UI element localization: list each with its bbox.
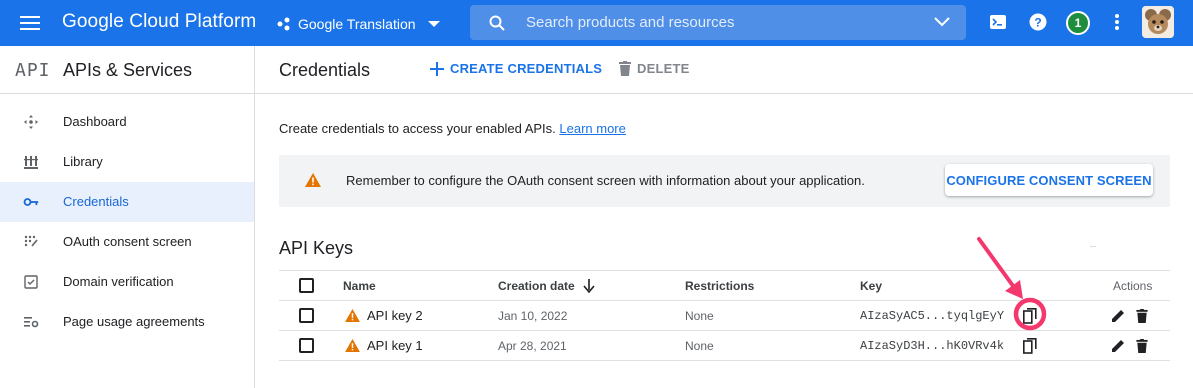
delete-trash-icon[interactable]: [1136, 331, 1148, 360]
row-checkbox[interactable]: [299, 338, 314, 353]
help-icon[interactable]: ?: [1029, 13, 1047, 31]
sidebar-item-oauth-consent[interactable]: OAuth consent screen: [0, 222, 254, 262]
create-credentials-label: CREATE CREDENTIALS: [450, 61, 603, 76]
restrictions-value: None: [685, 338, 714, 353]
trash-icon: [619, 61, 631, 76]
api-keys-heading: API Keys: [279, 238, 354, 258]
search-input[interactable]: [526, 5, 926, 40]
divider: [1090, 246, 1096, 247]
top-app-bar: Google Cloud Platform Google Translation…: [0, 0, 1193, 46]
oauth-icon: [23, 234, 39, 250]
sidebar-item-label: Credentials: [63, 194, 129, 209]
restrictions-value: None: [685, 308, 714, 323]
sidebar-item-label: Dashboard: [63, 114, 127, 129]
notifications-badge[interactable]: 1: [1066, 11, 1090, 35]
sidebar-item-library[interactable]: Library: [0, 142, 254, 182]
warning-icon: [345, 309, 360, 322]
column-header-restrictions[interactable]: Restrictions: [685, 271, 754, 300]
warning-icon: [305, 173, 321, 187]
api-key-name-link[interactable]: API key 2: [367, 301, 423, 330]
edit-pencil-icon[interactable]: [1111, 301, 1126, 330]
banner-message: Remember to configure the OAuth consent …: [346, 173, 865, 188]
oauth-warning-banner: Remember to configure the OAuth consent …: [279, 155, 1170, 207]
project-name: Google Translation: [298, 16, 416, 32]
select-all-checkbox[interactable]: [299, 278, 314, 293]
sidebar-item-label: Domain verification: [63, 274, 174, 289]
sidebar-item-domain-verification[interactable]: Domain verification: [0, 262, 254, 302]
column-header-label: Creation date: [498, 278, 575, 293]
main-content: Credentials CREATE CREDENTIALS DELETE Cr…: [255, 46, 1193, 388]
api-key-value: AIzaSyAC5...tyqlgEyY: [860, 308, 1005, 323]
search-expand-icon[interactable]: [934, 16, 950, 28]
search-bar[interactable]: [470, 5, 966, 40]
key-icon: [23, 194, 39, 210]
column-header-creation-date[interactable]: Creation date: [498, 271, 595, 300]
delete-label: DELETE: [637, 61, 690, 76]
table-header-row: Name Creation date Restrictions Key Acti…: [279, 270, 1170, 301]
row-checkbox[interactable]: [299, 308, 314, 323]
creation-date: Apr 28, 2021: [498, 338, 567, 353]
library-icon: [23, 154, 39, 170]
hamburger-menu-icon[interactable]: [20, 13, 42, 33]
table-row: API key 1 Apr 28, 2021 None AIzaSyD3H...…: [279, 331, 1170, 361]
sidebar-item-label: OAuth consent screen: [63, 234, 192, 249]
copy-key-icon[interactable]: [1023, 331, 1037, 360]
settings-list-icon: [23, 314, 39, 330]
table-row: API key 2 Jan 10, 2022 None AIzaSyAC5...…: [279, 301, 1170, 331]
page-header: Credentials CREATE CREDENTIALS DELETE: [255, 46, 1193, 94]
delete-trash-icon[interactable]: [1136, 301, 1148, 330]
learn-more-link[interactable]: Learn more: [559, 121, 625, 136]
create-credentials-button[interactable]: CREATE CREDENTIALS: [430, 61, 602, 76]
user-avatar[interactable]: [1142, 6, 1174, 38]
api-key-value: AIzaSyD3H...hK0VRv4k: [860, 338, 1005, 353]
api-key-name-link[interactable]: API key 1: [367, 331, 423, 360]
creation-date: Jan 10, 2022: [498, 308, 568, 323]
edit-pencil-icon[interactable]: [1111, 331, 1126, 360]
intro-text: Create credentials to access your enable…: [279, 121, 626, 136]
warning-icon: [345, 339, 360, 352]
sidebar-item-credentials[interactable]: Credentials: [0, 182, 254, 222]
copy-key-icon[interactable]: [1023, 301, 1037, 330]
domain-check-icon: [23, 274, 39, 290]
project-hub-icon: [277, 17, 290, 31]
column-header-key[interactable]: Key: [860, 271, 882, 300]
sidebar-title: APIs & Services: [63, 60, 193, 80]
search-icon: [489, 15, 505, 31]
column-header-actions: Actions: [1113, 278, 1153, 293]
intro-message: Create credentials to access your enable…: [279, 121, 556, 136]
page-title: Credentials: [279, 60, 371, 80]
configure-consent-screen-button[interactable]: CONFIGURE CONSENT SCREEN: [945, 164, 1153, 196]
api-logo: API: [15, 60, 51, 81]
svg-text:?: ?: [1034, 16, 1041, 30]
more-vert-icon[interactable]: [1111, 12, 1123, 32]
product-brand[interactable]: Google Cloud Platform: [62, 11, 256, 33]
dashboard-icon: [23, 114, 39, 130]
sidebar-item-dashboard[interactable]: Dashboard: [0, 102, 254, 142]
cloud-shell-icon[interactable]: [989, 13, 1007, 31]
api-keys-table: Name Creation date Restrictions Key Acti…: [279, 270, 1170, 361]
plus-icon: [430, 61, 444, 76]
sidebar-item-label: Page usage agreements: [63, 314, 205, 329]
column-header-name[interactable]: Name: [343, 271, 376, 300]
delete-button[interactable]: DELETE: [619, 61, 689, 76]
sidebar-item-label: Library: [63, 154, 103, 169]
arrow-down-icon: [583, 278, 595, 293]
sidebar: API APIs & Services Dashboard Library Cr…: [0, 46, 255, 388]
sidebar-header: API APIs & Services: [0, 46, 254, 94]
sidebar-item-page-usage[interactable]: Page usage agreements: [0, 302, 254, 342]
chevron-down-icon: [427, 21, 440, 27]
project-selector[interactable]: Google Translation: [276, 14, 440, 34]
